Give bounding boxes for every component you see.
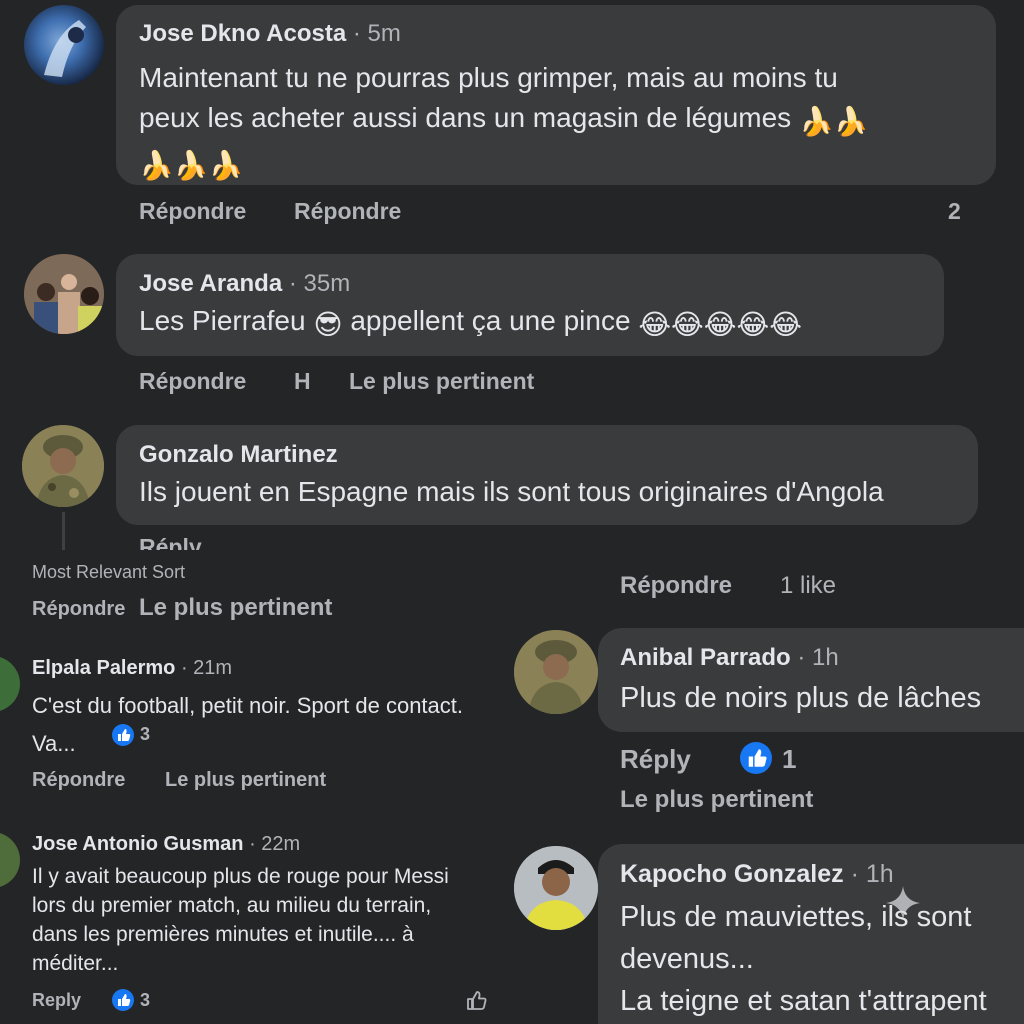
comment-text: C'est du football, petit noir. Sport de … [32,693,464,756]
most-relevant-button[interactable]: Le plus pertinent [620,786,813,814]
avatar[interactable] [0,656,20,712]
avatar[interactable] [514,630,598,714]
comment-text: Plus de noirs plus de lâches [620,682,982,714]
like-icon [112,989,134,1011]
commenter-name[interactable]: Gonzalo Martinez [139,441,338,469]
avatar[interactable] [24,5,104,85]
comment-text: Ils jouent en Espagne mais ils sont tous… [139,476,884,507]
avatar-image-icon [24,254,104,334]
commenter-name[interactable]: Elpala Palermo · 21m [32,657,232,680]
like-icon [112,724,134,746]
laughing-emoji-icon: 😂 [638,309,672,340]
banana-emoji-icon: 🍌 [173,150,209,181]
avatar[interactable] [22,425,104,507]
banana-emoji-icon: 🍌 [833,106,869,137]
avatar-image-icon [22,425,104,507]
bottom-right-comment-panel: Répondre 1 like Anibal Parrado · 1h Plus… [510,550,1024,1024]
laughing-emoji-icon: 😂 [703,309,737,340]
banana-emoji-icon: 🍌 [798,106,834,137]
sunglasses-emoji-icon: 😎 [313,309,343,340]
like-count[interactable]: 3 [140,990,150,1011]
reply-button[interactable]: Répondre [294,198,401,225]
laughing-emoji-icon: 😂 [769,309,802,340]
comment-text: Il y avait beaucoup plus de rouge pour M… [32,865,449,975]
most-relevant-button[interactable]: Le plus pertinent [349,368,534,395]
thread-line [62,512,65,550]
bottom-left-comment-panel: Most Relevant Sort Répondre Le plus pert… [0,550,510,1024]
comment-bubble [116,425,978,525]
avatar[interactable] [24,254,104,334]
comment-text: Maintenant tu ne pourras plus grimper, m… [139,58,869,186]
banana-emoji-icon: 🍌 [208,150,244,181]
like-count[interactable]: 3 [140,724,150,745]
comment-time: · 35m [288,270,351,297]
laughing-emoji-icon: 😂 [736,309,770,340]
commenter-name[interactable]: Jose Antonio Gusman · 22m [32,833,300,856]
hide-button[interactable]: H [294,368,311,395]
commenter-name[interactable]: Anibal Parrado · 1h [620,644,839,672]
comment-text: Plus de mauviettes, ils sont devenus... … [620,901,987,1017]
comment-time: · 21m [180,657,233,679]
reply-button[interactable]: Répondre [32,769,125,792]
like-icon [740,742,772,774]
reply-button[interactable]: Répondre [620,572,732,600]
commenter-name[interactable]: Jose Dkno Acosta · 5m [139,20,401,48]
reply-button[interactable]: Réply [139,534,202,550]
commenter-name[interactable]: Jose Aranda · 35m [139,270,350,298]
like-count-text[interactable]: 1 like [780,572,836,600]
comment-time: · 5m [352,20,401,47]
thumbs-up-icon[interactable] [464,987,490,1013]
sparkle-icon [886,886,920,920]
comment-time: · 22m [249,833,301,855]
reaction-count[interactable]: 2 [948,198,961,225]
reply-button[interactable]: Réply [620,744,691,775]
reply-button[interactable]: Répondre [139,198,246,225]
avatar-image-icon [44,20,86,77]
top-comment-panel: Jose Dkno Acosta · 5m Maintenant tu ne p… [0,0,1024,550]
laughing-emoji-icon: 😂 [671,309,704,340]
avatar-image-icon [514,846,598,930]
reply-button[interactable]: Répondre [32,598,125,621]
comment-time: · 1h [797,644,839,671]
comment-time: · 1h [850,860,894,888]
avatar-image-icon [514,630,598,714]
avatar[interactable] [0,832,20,888]
most-relevant-button[interactable]: Le plus pertinent [165,769,326,792]
reply-button[interactable]: Répondre [139,368,246,395]
avatar[interactable] [514,846,598,930]
reply-button[interactable]: Reply [32,990,81,1011]
commenter-name[interactable]: Kapocho Gonzalez · 1h [620,860,894,889]
most-relevant-button[interactable]: Le plus pertinent [139,594,332,622]
like-count[interactable]: 1 [782,744,796,775]
cut-off-text: Most Relevant Sort [32,562,186,582]
banana-emoji-icon: 🍌 [139,150,174,181]
comment-text: Les Pierrafeu 😎 appellent ça une pince 😂… [139,305,802,340]
